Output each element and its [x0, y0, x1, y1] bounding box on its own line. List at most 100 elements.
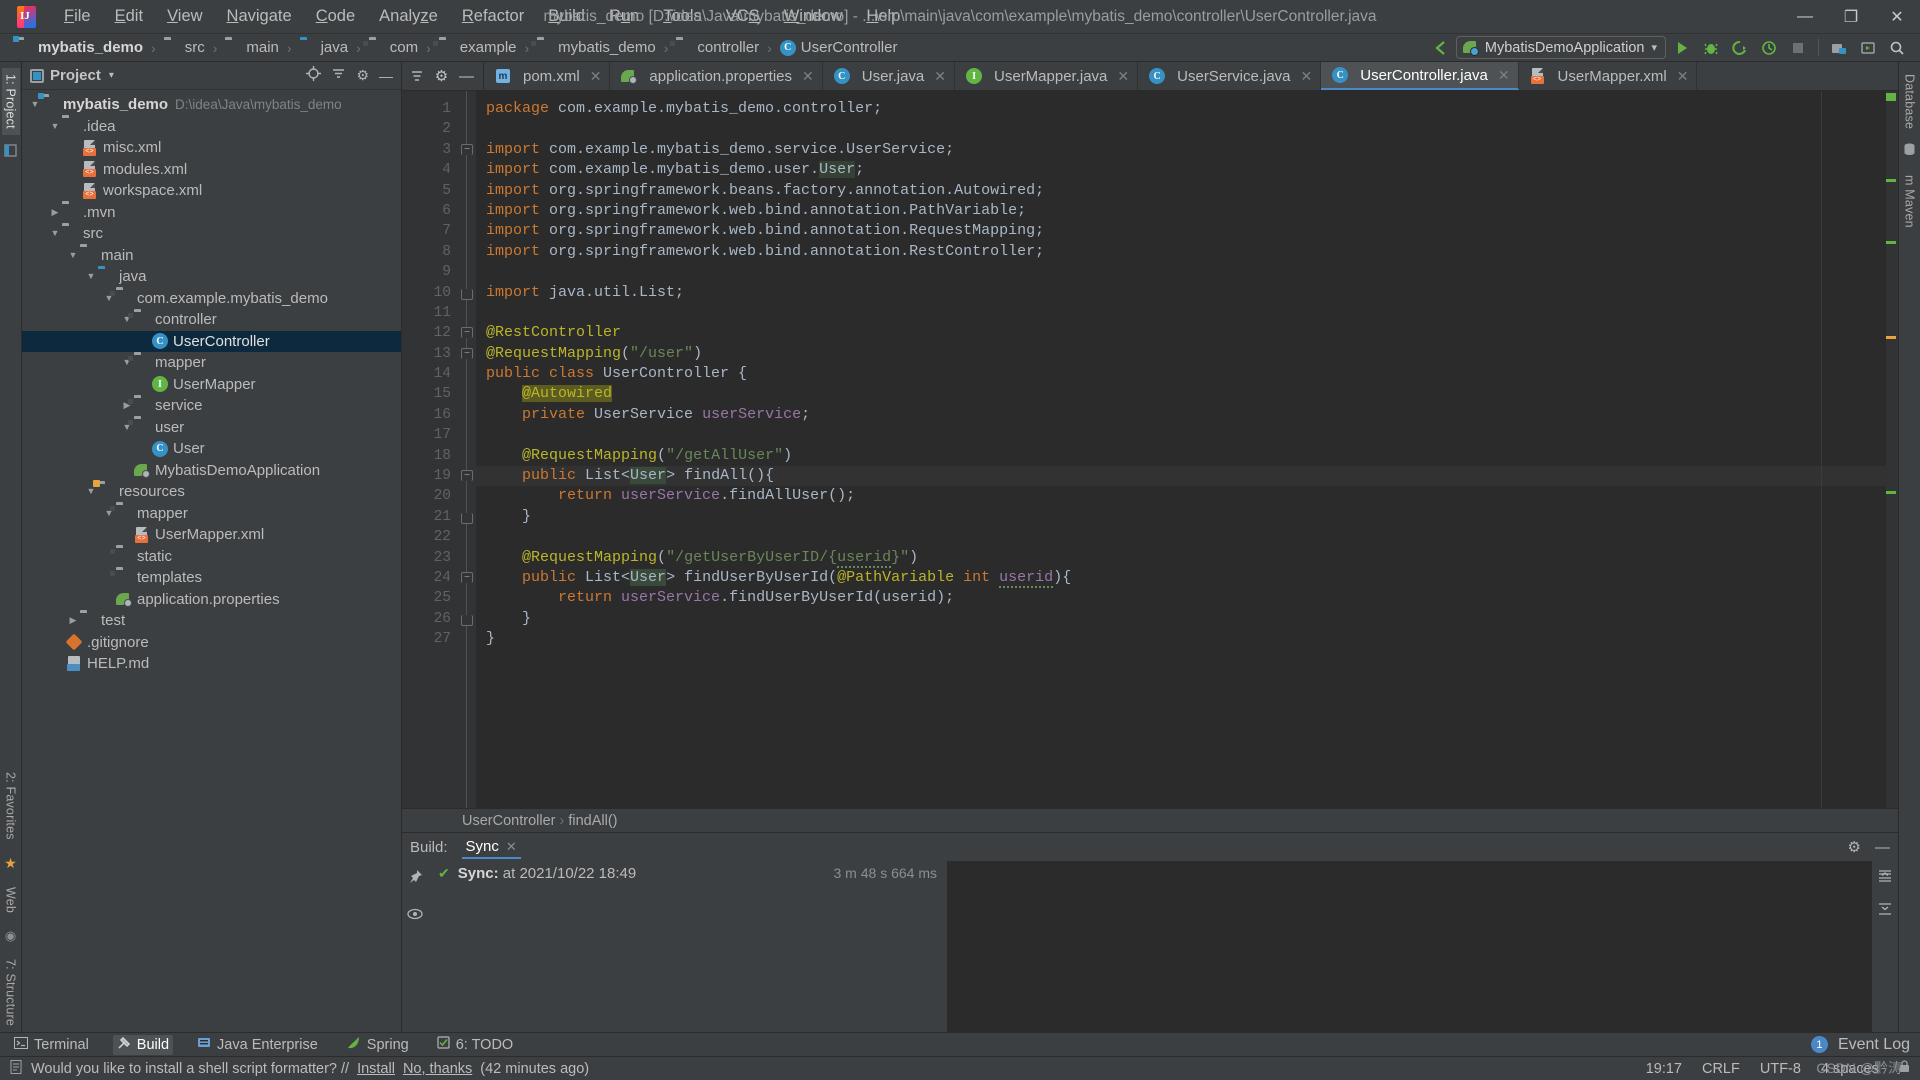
menu-item-tools[interactable]: Tools — [651, 3, 714, 30]
sidebar-item-favorites[interactable]: 2: Favorites — [2, 766, 20, 846]
chevron-down-icon[interactable]: ▼ — [48, 121, 62, 131]
breadcrumb-item-src[interactable]: src — [159, 38, 210, 57]
collapse-all-icon[interactable] — [331, 66, 346, 86]
chevron-down-icon[interactable]: ▾ — [109, 70, 114, 81]
tree-node-mybatisdemoapplication[interactable]: MybatisDemoApplication — [22, 460, 401, 482]
build-event-list[interactable]: ✔ Sync: at 2021/10/22 18:49 3 m 48 s 664… — [428, 861, 948, 1032]
tab-pom-xml[interactable]: m pom.xml ✕ — [484, 62, 611, 90]
tool-window-todo[interactable]: 6: TODO — [433, 1035, 517, 1054]
run-button[interactable] — [1669, 36, 1695, 59]
status-line-separator[interactable]: CRLF — [1702, 1061, 1740, 1077]
fold-collapse-icon[interactable]: − — [461, 571, 473, 583]
menu-item-analyze[interactable]: Analyze — [367, 3, 450, 30]
breadcrumb-item-main[interactable]: main — [220, 38, 284, 57]
chevron-down-icon[interactable]: ▼ — [28, 100, 42, 109]
menu-item-view[interactable]: View — [155, 3, 214, 30]
tree-node-resources[interactable]: ▼ resources — [22, 481, 401, 503]
code-line[interactable] — [476, 262, 1898, 282]
fold-end-icon[interactable] — [461, 512, 473, 524]
tree-node-static[interactable]: static — [22, 546, 401, 568]
settings-gear-icon[interactable]: ⚙ — [1848, 838, 1861, 856]
install-link[interactable]: Install — [357, 1061, 395, 1077]
close-icon[interactable]: ✕ — [1498, 67, 1510, 84]
tree-node-gitignore[interactable]: .gitignore — [22, 632, 401, 654]
menu-item-refactor[interactable]: Refactor — [450, 3, 536, 30]
chevron-right-icon[interactable]: ▶ — [66, 616, 80, 625]
code-line[interactable]: public List<User> findAll(){ — [476, 466, 1898, 487]
code-line[interactable]: return userService.findUserByUserId(user… — [476, 588, 1898, 608]
tab-application-properties[interactable]: application.properties ✕ — [610, 62, 823, 90]
menu-item-edit[interactable]: Edit — [103, 3, 155, 30]
breadcrumb-item-controller[interactable]: controller — [671, 38, 764, 57]
settings-gear-icon[interactable]: ⚙ — [356, 67, 369, 84]
code-line[interactable]: import com.example.mybatis_demo.user.Use… — [476, 160, 1898, 180]
code-line[interactable]: @RequestMapping("/getUserByUserID/{useri… — [476, 548, 1898, 568]
tree-node-service[interactable]: ▶ service — [22, 395, 401, 417]
close-icon[interactable]: ✕ — [802, 68, 814, 85]
tree-node-help-md[interactable]: HELP.md — [22, 653, 401, 675]
settings-gear-icon[interactable]: ⚙ — [429, 62, 454, 90]
code-line[interactable]: return userService.findAllUser(); — [476, 486, 1898, 506]
menu-item-vcs[interactable]: VCS — [714, 3, 772, 30]
error-stripe-mark[interactable] — [1886, 179, 1896, 182]
code-text-area[interactable]: package com.example.mybatis_demo.control… — [476, 91, 1898, 808]
code-line[interactable]: @RequestMapping("/user") — [476, 344, 1898, 364]
tree-node-misc-xml[interactable]: <> misc.xml — [22, 137, 401, 159]
fold-collapse-icon[interactable]: − — [461, 143, 473, 155]
tree-node-user-pkg[interactable]: ▼ user — [22, 417, 401, 439]
build-output-console[interactable] — [948, 861, 1872, 1032]
tree-node-usermapper[interactable]: I UserMapper — [22, 374, 401, 396]
tree-node-user-class[interactable]: C User — [22, 438, 401, 460]
tree-node-workspace-xml[interactable]: <> workspace.xml — [22, 180, 401, 202]
tree-node-idea[interactable]: ▼ .idea — [22, 116, 401, 138]
code-editor[interactable]: 1 2 3 4 5 6 7 8 9 10 11 12 13 14 15 16 17 18 19 20 21 22 23 24 2… — [402, 91, 1898, 808]
breadcrumb-item-java[interactable]: java — [295, 38, 354, 57]
tab-user-java[interactable]: C User.java ✕ — [823, 62, 956, 90]
collapse-all-icon[interactable] — [1877, 902, 1893, 921]
editor-breadcrumb-method[interactable]: findAll() — [568, 813, 617, 829]
close-icon[interactable]: ✕ — [590, 68, 602, 85]
menu-item-navigate[interactable]: Navigate — [215, 3, 304, 30]
hide-build-panel-icon[interactable]: — — [1875, 839, 1890, 856]
build-event-row[interactable]: ✔ Sync: at 2021/10/22 18:49 3 m 48 s 664… — [428, 861, 947, 885]
breadcrumb-item-usercontroller[interactable]: C UserController — [775, 38, 903, 57]
code-line[interactable]: import org.springframework.web.bind.anno… — [476, 201, 1898, 221]
debug-button[interactable] — [1698, 36, 1724, 59]
close-icon[interactable]: ✕ — [934, 68, 946, 85]
menu-item-build[interactable]: Build — [536, 3, 597, 30]
code-folding-gutter[interactable]: − − − − − — [460, 91, 476, 808]
error-stripe-mark[interactable] — [1886, 336, 1896, 339]
no-thanks-link[interactable]: No, thanks — [403, 1061, 472, 1077]
profiler-button[interactable] — [1756, 36, 1782, 59]
structure-small-icon[interactable] — [4, 144, 17, 162]
tool-window-spring[interactable]: Spring — [342, 1035, 413, 1055]
chevron-down-icon[interactable]: ▼ — [66, 250, 80, 260]
globe-icon[interactable]: ◉ — [5, 928, 16, 944]
sidebar-item-database[interactable]: Database — [1901, 68, 1919, 135]
tool-window-java-enterprise[interactable]: Java Enterprise — [193, 1035, 322, 1054]
fold-collapse-icon[interactable]: − — [461, 347, 473, 359]
menu-item-file[interactable]: File — [52, 3, 103, 30]
code-line[interactable]: } — [476, 629, 1898, 649]
code-line[interactable] — [476, 119, 1898, 139]
tree-node-mapper-pkg[interactable]: ▼ mapper — [22, 352, 401, 374]
tree-node-com-example-mybatis-demo[interactable]: ▼ com.example.mybatis_demo — [22, 288, 401, 310]
sidebar-item-project[interactable]: 1: Project — [1, 68, 20, 135]
editor-breadcrumb-class[interactable]: UserController — [462, 813, 555, 829]
breadcrumb-item-mybatis-demo-pkg[interactable]: mybatis_demo — [532, 38, 661, 57]
status-encoding[interactable]: UTF-8 — [1760, 1061, 1801, 1077]
menu-item-help[interactable]: Help — [854, 3, 912, 30]
sort-tabs-icon[interactable] — [404, 62, 429, 90]
code-line[interactable]: import java.util.List; — [476, 283, 1898, 303]
fold-end-icon[interactable] — [461, 614, 473, 626]
code-line[interactable] — [476, 425, 1898, 445]
tree-node-templates[interactable]: templates — [22, 567, 401, 589]
close-icon[interactable]: ✕ — [1677, 68, 1689, 85]
project-tree[interactable]: ▼ mybatis_demo D:\idea\Java\mybatis_demo… — [22, 90, 401, 1032]
tree-node-main[interactable]: ▼ main — [22, 245, 401, 267]
tree-node-controller[interactable]: ▼ controller — [22, 309, 401, 331]
chevron-right-icon[interactable]: ▶ — [48, 207, 62, 217]
close-button[interactable]: ✕ — [1874, 0, 1920, 34]
search-everywhere-icon[interactable] — [1884, 36, 1910, 59]
code-line[interactable]: public class UserController { — [476, 364, 1898, 384]
